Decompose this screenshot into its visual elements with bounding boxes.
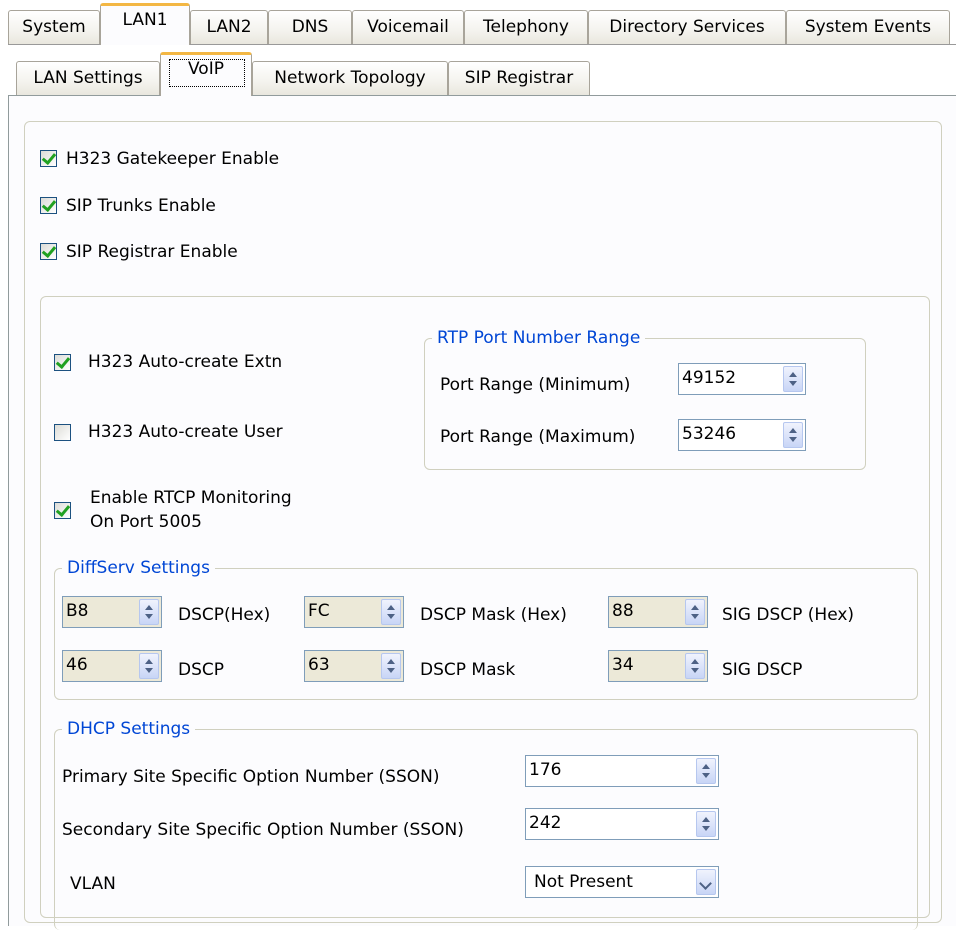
secondary-sson-spinner[interactable]: 242 <box>525 808 719 840</box>
dscp-mask-hex-spinner[interactable]: FC <box>304 596 404 628</box>
chevron-down-icon[interactable] <box>696 869 716 895</box>
h323-gatekeeper-label: H323 Gatekeeper Enable <box>66 149 280 169</box>
diffserv-group <box>54 568 918 700</box>
tab-voicemail[interactable]: Voicemail <box>352 10 464 44</box>
dscp-spinner[interactable]: 46 <box>62 650 162 682</box>
sig-dscp-value: 34 <box>612 655 634 675</box>
auto-create-user-label: H323 Auto-create User <box>88 422 283 442</box>
sig-dscp-hex-value: 88 <box>612 601 634 621</box>
dscp-mask-value: 63 <box>308 655 330 675</box>
port-min-spinner[interactable]: 49152 <box>678 363 806 395</box>
spinner-arrows-icon[interactable] <box>783 422 803 448</box>
port-max-label: Port Range (Maximum) <box>440 427 636 447</box>
secondary-sson-value: 242 <box>529 813 562 833</box>
secondary-sson-label: Secondary Site Specific Option Number (S… <box>62 820 464 840</box>
rtcp-monitoring-label-line2: On Port 5005 <box>90 512 202 532</box>
sip-trunks-label: SIP Trunks Enable <box>66 196 216 216</box>
tab-lan-settings[interactable]: LAN Settings <box>16 61 160 95</box>
rtcp-monitoring-label-line1: Enable RTCP Monitoring <box>90 488 292 508</box>
spinner-arrows-icon[interactable] <box>685 653 705 679</box>
sig-dscp-label: SIG DSCP <box>722 660 803 680</box>
sig-dscp-hex-spinner[interactable]: 88 <box>608 596 708 628</box>
spinner-arrows-icon[interactable] <box>783 366 803 392</box>
dscp-hex-label: DSCP(Hex) <box>178 605 271 625</box>
spinner-arrows-icon[interactable] <box>381 653 401 679</box>
port-min-label: Port Range (Minimum) <box>440 375 631 395</box>
dscp-mask-hex-value: FC <box>308 601 330 621</box>
sip-registrar-label: SIP Registrar Enable <box>66 242 238 262</box>
sig-dscp-spinner[interactable]: 34 <box>608 650 708 682</box>
sig-dscp-hex-label: SIG DSCP (Hex) <box>722 605 855 625</box>
tab-directory-services[interactable]: Directory Services <box>588 10 786 44</box>
spinner-arrows-icon[interactable] <box>381 599 401 625</box>
diffserv-title: DiffServ Settings <box>62 558 215 578</box>
rtp-port-range-title: RTP Port Number Range <box>432 328 646 348</box>
spinner-arrows-icon[interactable] <box>139 599 159 625</box>
auto-create-extn-checkbox[interactable] <box>54 354 71 371</box>
dscp-mask-spinner[interactable]: 63 <box>304 650 404 682</box>
tab-sip-registrar[interactable]: SIP Registrar <box>448 61 590 95</box>
primary-sson-spinner[interactable]: 176 <box>525 755 719 787</box>
auto-create-extn-label: H323 Auto-create Extn <box>88 352 283 372</box>
dscp-mask-hex-label: DSCP Mask (Hex) <box>420 605 567 625</box>
vlan-label: VLAN <box>70 874 116 894</box>
spinner-arrows-icon[interactable] <box>696 758 716 784</box>
primary-sson-value: 176 <box>529 760 562 780</box>
port-max-spinner[interactable]: 53246 <box>678 419 806 451</box>
dscp-hex-value: B8 <box>66 601 89 621</box>
dhcp-title: DHCP Settings <box>62 719 196 739</box>
spinner-arrows-icon[interactable] <box>139 653 159 679</box>
focus-rectangle <box>169 59 245 87</box>
primary-sson-label: Primary Site Specific Option Number (SSO… <box>62 767 440 787</box>
vlan-dropdown[interactable]: Not Present <box>525 866 719 898</box>
h323-gatekeeper-checkbox[interactable] <box>40 150 57 167</box>
tab-network-topology[interactable]: Network Topology <box>252 61 448 95</box>
tab-telephony[interactable]: Telephony <box>464 10 588 44</box>
tab-voip[interactable]: VoIP <box>160 52 252 96</box>
spinner-arrows-icon[interactable] <box>685 599 705 625</box>
tab-system-events[interactable]: System Events <box>786 10 950 44</box>
tab-lan1[interactable]: LAN1 <box>100 3 190 45</box>
dscp-hex-spinner[interactable]: B8 <box>62 596 162 628</box>
auto-create-user-checkbox[interactable] <box>54 424 71 441</box>
tab-system[interactable]: System <box>8 10 100 44</box>
rtcp-monitoring-checkbox[interactable] <box>54 502 71 519</box>
dscp-label: DSCP <box>178 660 225 680</box>
tab-dns[interactable]: DNS <box>268 10 352 44</box>
vlan-value: Not Present <box>534 872 633 892</box>
sip-registrar-checkbox[interactable] <box>40 243 57 260</box>
port-min-value: 49152 <box>682 368 737 388</box>
spinner-arrows-icon[interactable] <box>696 811 716 837</box>
port-max-value: 53246 <box>682 424 737 444</box>
dscp-mask-label: DSCP Mask <box>420 660 516 680</box>
dscp-value: 46 <box>66 655 88 675</box>
sip-trunks-checkbox[interactable] <box>40 197 57 214</box>
tab-lan2[interactable]: LAN2 <box>190 10 268 44</box>
